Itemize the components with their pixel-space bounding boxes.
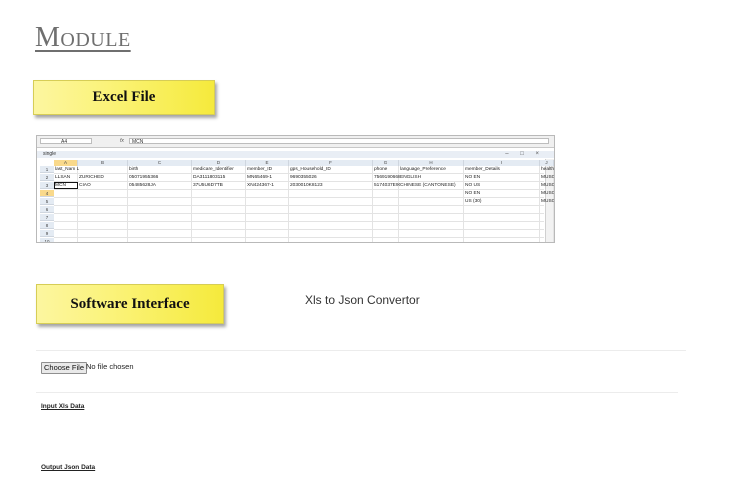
active-cell — [54, 182, 78, 189]
header-cell[interactable]: health_Con — [540, 166, 554, 173]
data-cell[interactable] — [399, 198, 465, 205]
row-header[interactable]: 9 — [40, 230, 54, 237]
data-cell[interactable]: 9690355026 — [289, 174, 374, 181]
data-cell[interactable] — [399, 190, 465, 197]
data-cell[interactable]: CIAO — [78, 182, 129, 189]
data-cell[interactable]: ENGLISH — [399, 174, 465, 181]
data-cell[interactable]: LLSAN — [54, 174, 79, 181]
data-cell[interactable]: MUSCLEMD — [540, 190, 554, 197]
fx-icon: fx — [120, 138, 124, 144]
data-cell[interactable]: 37U5U6D7TB — [192, 182, 247, 189]
excel-file-callout: Excel File — [33, 80, 215, 115]
header-cell[interactable]: birth — [128, 166, 193, 173]
row-header[interactable]: 10 — [40, 238, 54, 242]
data-cell[interactable]: NO EN — [464, 190, 541, 197]
data-cell[interactable] — [128, 190, 193, 197]
data-cell[interactable]: MUSCLEMD — [540, 182, 554, 189]
data-cell[interactable]: 05071955366 — [128, 174, 193, 181]
data-cell[interactable] — [289, 198, 374, 205]
data-cell[interactable]: NO EN — [464, 174, 541, 181]
row-header[interactable]: 7 — [40, 214, 54, 221]
data-cell[interactable]: 2030010K8123 — [289, 182, 374, 189]
data-cell[interactable]: CHINESE (CANTONESE) — [399, 182, 465, 189]
row-header[interactable]: 1 — [40, 166, 54, 173]
data-cell[interactable] — [373, 190, 400, 197]
software-interface-callout: Software Interface — [36, 284, 224, 324]
row-header[interactable]: 2 — [40, 174, 54, 181]
data-cell[interactable]: MN65469-1 — [246, 174, 290, 181]
output-json-data-label: Output Json Data — [41, 464, 96, 471]
workbook-title: single — [43, 151, 57, 157]
data-cell[interactable] — [192, 198, 247, 205]
data-cell[interactable] — [246, 198, 290, 205]
no-file-chosen-text: No file chosen — [86, 362, 134, 371]
workbook-titlebar — [37, 151, 554, 158]
choose-file-button[interactable]: Choose File — [41, 362, 88, 374]
header-cell[interactable]: member_Details — [464, 166, 541, 173]
data-cell[interactable]: MUSCLEMD — [540, 198, 554, 205]
excel-screenshot: A4 fx MCN single – □ × ABCDEFGHIJ1234567… — [36, 135, 555, 243]
app-title: Xls to Json Convertor — [305, 293, 420, 307]
name-box[interactable]: A4 — [40, 138, 92, 145]
separator-top — [36, 350, 686, 351]
data-cell[interactable] — [54, 198, 79, 205]
window-controls[interactable]: – □ × — [505, 150, 544, 158]
header-cell[interactable]: language_Preference — [399, 166, 465, 173]
data-cell[interactable]: XN424367-1 — [246, 182, 290, 189]
header-cell[interactable] — [78, 166, 129, 173]
header-cell[interactable]: gps_Household_ID — [289, 166, 374, 173]
row-header[interactable]: 3 — [40, 182, 54, 189]
separator-middle — [36, 392, 678, 393]
row-header[interactable]: 5 — [40, 198, 54, 205]
data-cell[interactable]: DA3111803115 — [192, 174, 247, 181]
data-cell[interactable]: ZURICHED — [78, 174, 129, 181]
module-title: Module — [35, 22, 131, 53]
formula-input[interactable]: MCN — [129, 138, 549, 145]
input-xls-data-label: Input Xls Data — [41, 403, 85, 410]
data-cell[interactable] — [373, 198, 400, 205]
header-cell[interactable]: medicare_Identifier — [192, 166, 247, 173]
row-header[interactable]: 6 — [40, 206, 54, 213]
header-cell[interactable]: phone — [373, 166, 400, 173]
header-cell[interactable]: last_Nam Last_Name — [54, 166, 79, 173]
data-cell[interactable] — [54, 190, 79, 197]
data-cell[interactable]: MUSCLEMD — [540, 174, 554, 181]
header-cell[interactable]: member_ID — [246, 166, 290, 173]
row-header[interactable]: 8 — [40, 222, 54, 229]
data-cell[interactable] — [78, 198, 129, 205]
data-cell[interactable]: NO US — [464, 182, 541, 189]
data-cell[interactable]: US (30) — [464, 198, 541, 205]
data-cell[interactable] — [289, 190, 374, 197]
data-cell[interactable]: 05485628JA — [128, 182, 193, 189]
data-cell[interactable]: 5174037E9GE — [373, 182, 400, 189]
data-cell[interactable]: 7569190668 — [373, 174, 400, 181]
row-header[interactable]: 4 — [40, 190, 54, 197]
data-cell[interactable] — [246, 190, 290, 197]
data-cell[interactable] — [78, 190, 129, 197]
data-cell[interactable] — [192, 190, 247, 197]
data-cell[interactable] — [128, 198, 193, 205]
